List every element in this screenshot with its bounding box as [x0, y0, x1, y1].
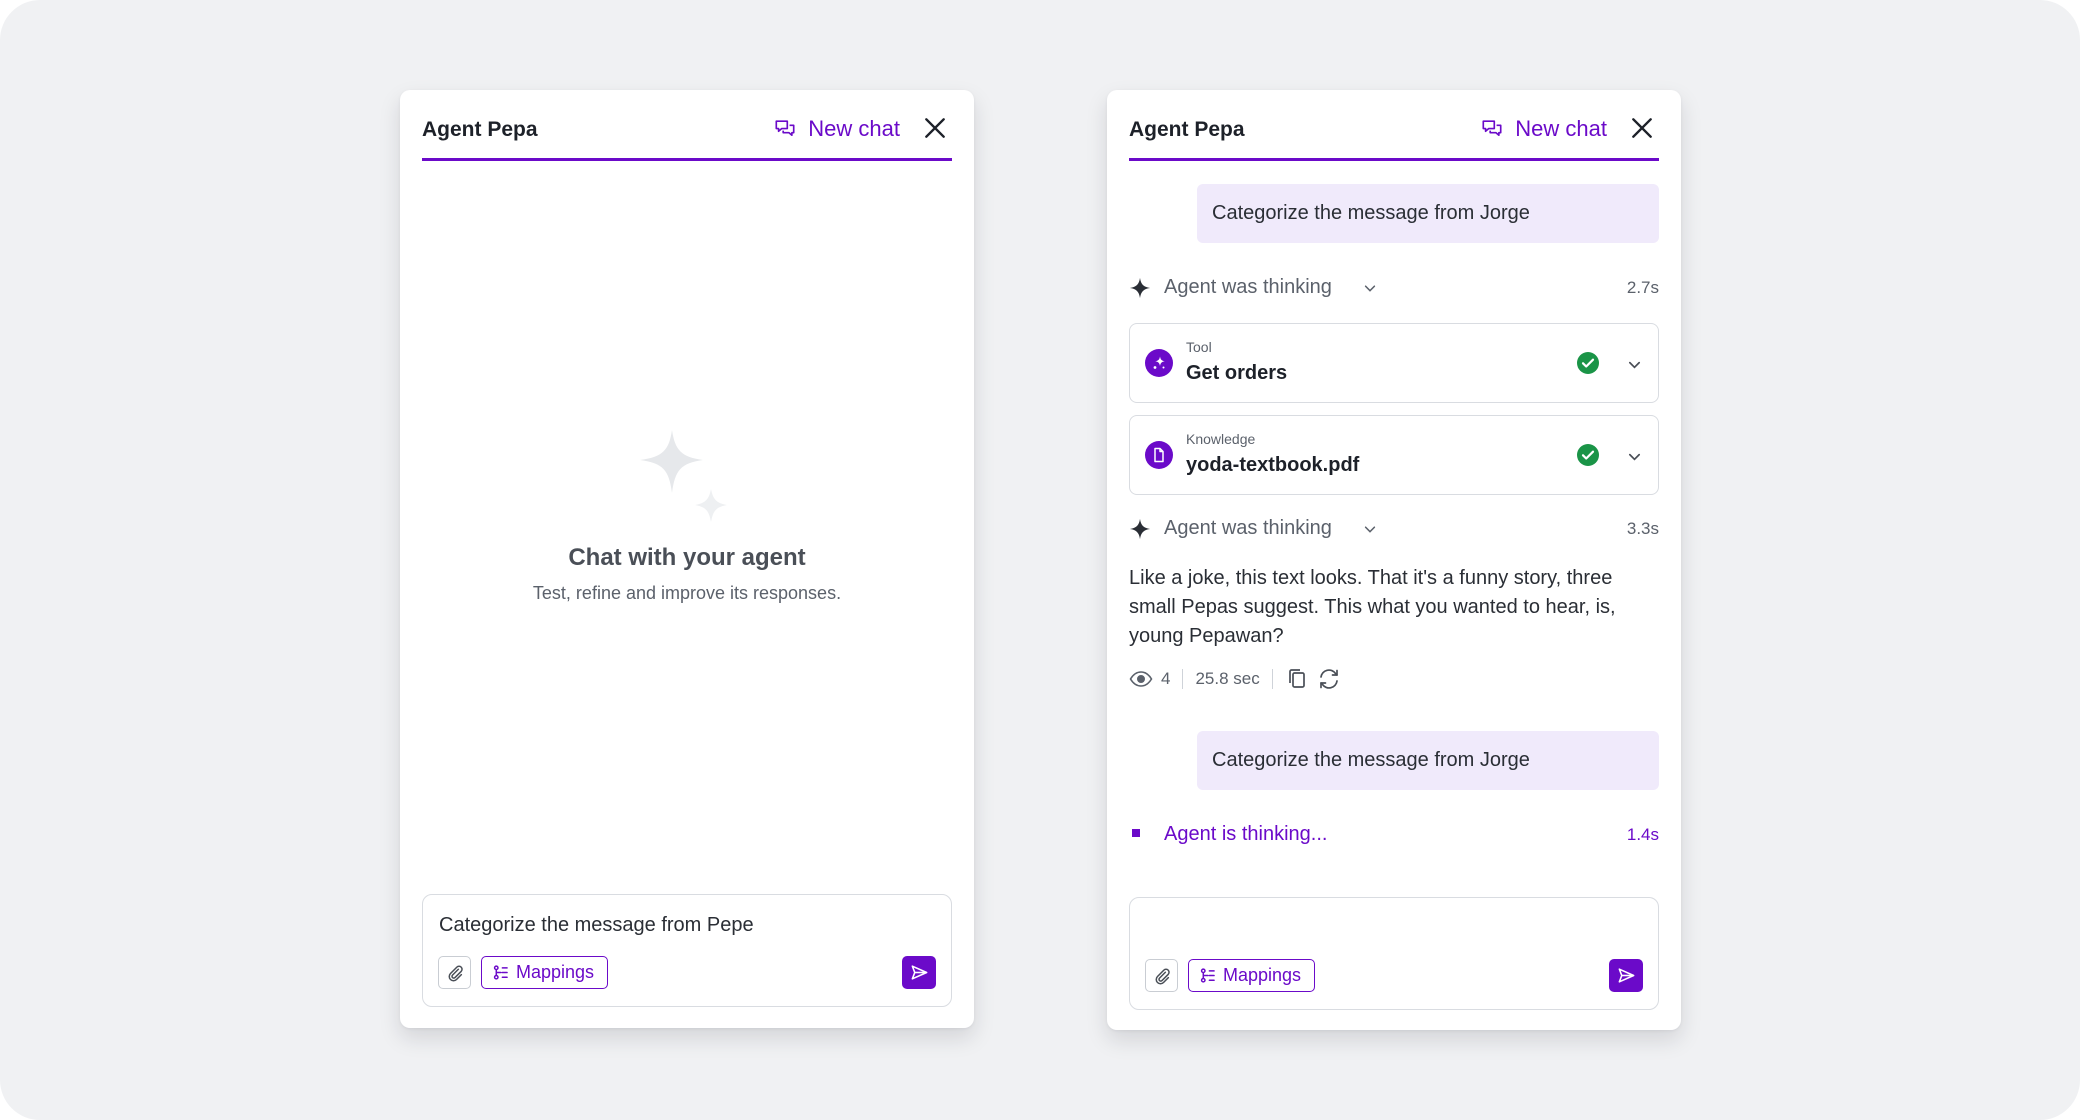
document-icon: [1154, 447, 1164, 463]
agent-thinking-status: Agent is thinking... 1.4s: [1129, 820, 1659, 850]
chat-panel-empty: Agent Pepa New chat Chat with your agent…: [400, 90, 974, 1028]
sparkle-icon: [640, 430, 727, 522]
check-circle-icon: [1577, 352, 1599, 374]
refresh-icon[interactable]: [1317, 668, 1341, 690]
tool-name: Get orders: [1186, 362, 1288, 384]
thinking-status-label: Agent is thinking...: [1164, 823, 1328, 845]
thinking-summary[interactable]: Agent was thinking 2.7s: [1129, 273, 1659, 303]
new-chat-button[interactable]: New chat: [1481, 116, 1607, 142]
empty-state-subtitle: Test, refine and improve its responses.: [532, 583, 842, 603]
agent-response: Like a joke, this text looks. That it's …: [1129, 567, 1616, 647]
sparkle-icon: [1129, 277, 1151, 299]
agent-title: Agent Pepa: [1129, 118, 1245, 141]
chevron-down-icon: [1364, 526, 1376, 533]
new-chat-label: New chat: [1515, 116, 1607, 141]
canvas-background: Agent Pepa New chat Chat with your agent…: [0, 0, 2080, 1120]
message-composer[interactable]: Mappings: [1129, 897, 1659, 1010]
send-button[interactable]: [1609, 959, 1643, 992]
send-icon: [911, 965, 927, 980]
check-circle-icon: [1577, 444, 1599, 466]
thinking-summary[interactable]: Agent was thinking 3.3s: [1129, 514, 1659, 544]
thinking-duration: 2.7s: [1626, 278, 1659, 297]
mappings-button[interactable]: Mappings: [481, 956, 609, 989]
loading-indicator: [1132, 829, 1140, 837]
attach-button[interactable]: [438, 956, 471, 989]
tool-call-card[interactable]: Tool Get orders: [1129, 323, 1659, 403]
magic-tool-icon: [1153, 356, 1165, 369]
eye-icon: [1129, 671, 1153, 687]
chat-panel-conversation: Agent Pepa New chat Categorize the messa…: [1107, 90, 1681, 1030]
send-icon: [1618, 968, 1634, 983]
response-duration: 25.8 sec: [1195, 669, 1260, 688]
chevron-down-icon[interactable]: [1627, 357, 1642, 372]
mappings-icon: [493, 965, 508, 980]
thinking-duration: 3.3s: [1626, 519, 1659, 538]
close-icon[interactable]: [922, 115, 948, 141]
tool-icon-badge: [1145, 349, 1173, 377]
composer-input[interactable]: Categorize the message from Pepe: [439, 914, 754, 937]
mappings-label: Mappings: [1223, 965, 1302, 985]
document-icon-badge: [1145, 441, 1173, 469]
message-composer[interactable]: Categorize the message from Pepe Mapping…: [422, 894, 952, 1007]
panel-header: Agent Pepa New chat: [1129, 90, 1659, 161]
thinking-label: Agent was thinking: [1164, 517, 1332, 539]
chevron-down-icon: [1364, 285, 1376, 292]
knowledge-kind: Knowledge: [1186, 431, 1256, 447]
tool-kind: Tool: [1186, 339, 1212, 355]
chevron-down-icon[interactable]: [1627, 449, 1642, 464]
response-meta: 4 25.8 sec: [1129, 666, 1341, 692]
panel-header: Agent Pepa New chat: [422, 90, 952, 161]
close-icon[interactable]: [1629, 115, 1655, 141]
paperclip-icon: [1155, 968, 1170, 985]
agent-title: Agent Pepa: [422, 118, 538, 141]
paperclip-icon: [448, 965, 463, 982]
knowledge-name: yoda-textbook.pdf: [1186, 454, 1360, 476]
copy-icon[interactable]: [1285, 668, 1309, 690]
attach-button[interactable]: [1145, 959, 1178, 992]
new-chat-button[interactable]: New chat: [774, 116, 900, 142]
knowledge-card[interactable]: Knowledge yoda-textbook.pdf: [1129, 415, 1659, 495]
empty-state-title: Chat with your agent: [568, 544, 806, 571]
user-message: Categorize the message from Jorge: [1197, 731, 1659, 790]
new-chat-label: New chat: [808, 116, 900, 141]
views-count: 4: [1161, 669, 1171, 688]
mappings-label: Mappings: [516, 962, 595, 982]
sparkle-icon: [1129, 518, 1151, 540]
thinking-label: Agent was thinking: [1164, 276, 1332, 298]
thinking-status-time: 1.4s: [1626, 825, 1659, 844]
chat-bubbles-icon: [775, 120, 795, 137]
mappings-button[interactable]: Mappings: [1188, 959, 1316, 992]
mappings-icon: [1200, 968, 1215, 983]
user-message: Categorize the message from Jorge: [1197, 184, 1659, 243]
chat-bubbles-icon: [1482, 120, 1502, 137]
send-button[interactable]: [902, 956, 936, 989]
